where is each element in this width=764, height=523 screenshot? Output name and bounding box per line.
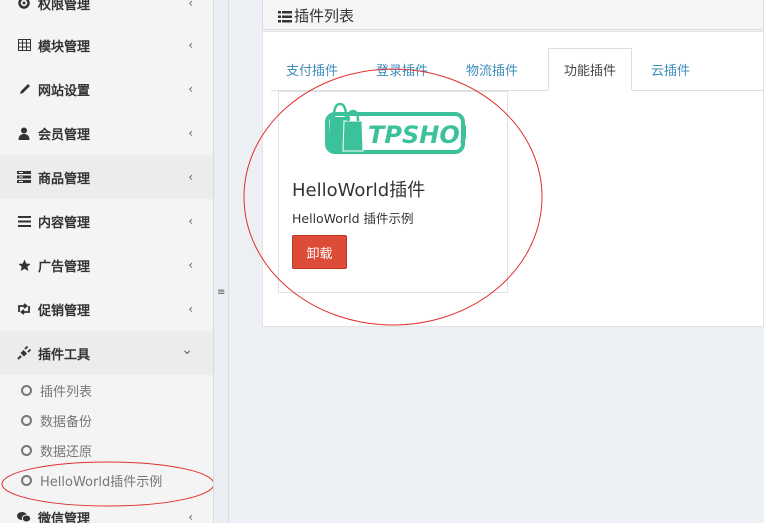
subitem-label: HelloWorld插件示例 [40, 474, 163, 490]
sidebar-item-label: 会员管理 [38, 127, 91, 143]
sidebar-item-label: 促销管理 [38, 303, 91, 319]
chevron-left-icon: ‹ [188, 170, 193, 184]
sidebar-item-permissions[interactable]: 权限管理 ‹ [0, 0, 213, 25]
sidebar-item-label: 权限管理 [38, 0, 91, 13]
circle-icon [21, 384, 32, 396]
main-content: 插件列表 支付插件 登录插件 物流插件 功能插件 云插件 TPSHOP Hell… [229, 0, 764, 523]
plug-icon [17, 346, 31, 360]
tab-logistics[interactable]: 物流插件 [451, 48, 533, 91]
circle-icon [21, 414, 32, 426]
tab-payment[interactable]: 支付插件 [271, 48, 353, 91]
sidebar-item-content[interactable]: 内容管理 ‹ [0, 199, 213, 243]
list-icon [17, 170, 31, 184]
panel-body: 支付插件 登录插件 物流插件 功能插件 云插件 TPSHOP HelloWorl… [262, 31, 764, 327]
grid-icon [17, 38, 31, 52]
sidebar-item-label: 微信管理 [38, 511, 91, 523]
tab-login[interactable]: 登录插件 [361, 48, 443, 91]
sidebar-item-promotions[interactable]: 促销管理 ‹ [0, 287, 213, 331]
chevron-down-icon: ⌄ [181, 342, 193, 358]
sidebar-item-label: 广告管理 [38, 259, 91, 275]
sidebar-item-label: 插件工具 [38, 347, 91, 363]
bars-icon [17, 214, 31, 228]
sidebar-item-modules[interactable]: 模块管理 ‹ [0, 23, 213, 67]
logo-text: TPSHOP [368, 121, 466, 149]
sidebar-item-ads[interactable]: 广告管理 ‹ [0, 243, 213, 287]
tpshop-logo: TPSHOP [324, 97, 478, 155]
user-icon [17, 126, 31, 140]
star-icon [17, 258, 31, 272]
gear-icon [17, 0, 31, 10]
circle-icon [21, 444, 32, 456]
chevron-left-icon: ‹ [188, 38, 193, 52]
sidebar-item-label: 内容管理 [38, 215, 91, 231]
subitem-plugin-list[interactable]: 插件列表 [0, 375, 213, 405]
list-icon [278, 8, 292, 27]
chevron-left-icon: ‹ [188, 214, 193, 228]
chevron-left-icon: ‹ [188, 126, 193, 140]
drag-handle-icon[interactable]: ≡ [217, 288, 225, 298]
pencil-icon [17, 82, 31, 96]
sidebar-splitter[interactable]: ≡ [213, 0, 229, 523]
plugin-description: HelloWorld 插件示例 [292, 211, 414, 226]
chevron-left-icon: ‹ [188, 258, 193, 272]
subitem-helloworld-example[interactable]: HelloWorld插件示例 [0, 465, 213, 495]
tab-function[interactable]: 功能插件 [548, 48, 633, 91]
wechat-icon [17, 510, 31, 523]
plugin-name: HelloWorld插件 [292, 180, 426, 201]
subitem-label: 插件列表 [40, 384, 93, 400]
sidebar-item-site-settings[interactable]: 网站设置 ‹ [0, 67, 213, 111]
tab-cloud[interactable]: 云插件 [636, 48, 705, 91]
chevron-left-icon: ‹ [188, 510, 193, 523]
sidebar-item-label: 商品管理 [38, 171, 91, 187]
chevron-left-icon: ‹ [188, 302, 193, 316]
page-title: 插件列表 [294, 7, 355, 25]
circle-icon [21, 474, 32, 486]
sidebar: 权限管理 ‹ 模块管理 ‹ 网站设置 ‹ 会员管理 ‹ 商品管理 ‹ 内容管理 [0, 0, 213, 523]
subitem-data-restore[interactable]: 数据还原 [0, 435, 213, 465]
chevron-left-icon: ‹ [188, 0, 193, 10]
chevron-left-icon: ‹ [188, 82, 193, 96]
panel-header: 插件列表 [262, 0, 764, 30]
sidebar-item-label: 网站设置 [38, 83, 91, 99]
sidebar-item-members[interactable]: 会员管理 ‹ [0, 111, 213, 155]
retweet-icon [17, 302, 31, 316]
subitem-label: 数据还原 [40, 444, 93, 460]
sidebar-item-products[interactable]: 商品管理 ‹ [0, 155, 213, 199]
plugin-card: TPSHOP HelloWorld插件 HelloWorld 插件示例 卸载 [278, 91, 508, 293]
plugin-tabs: 支付插件 登录插件 物流插件 功能插件 云插件 [271, 48, 764, 91]
sidebar-item-wechat[interactable]: 微信管理 ‹ [0, 495, 213, 523]
sidebar-item-label: 模块管理 [38, 39, 91, 55]
sidebar-item-plugin-tools[interactable]: 插件工具 ⌄ [0, 331, 213, 375]
subitem-data-backup[interactable]: 数据备份 [0, 405, 213, 435]
uninstall-button[interactable]: 卸载 [292, 235, 347, 269]
subitem-label: 数据备份 [40, 414, 93, 430]
